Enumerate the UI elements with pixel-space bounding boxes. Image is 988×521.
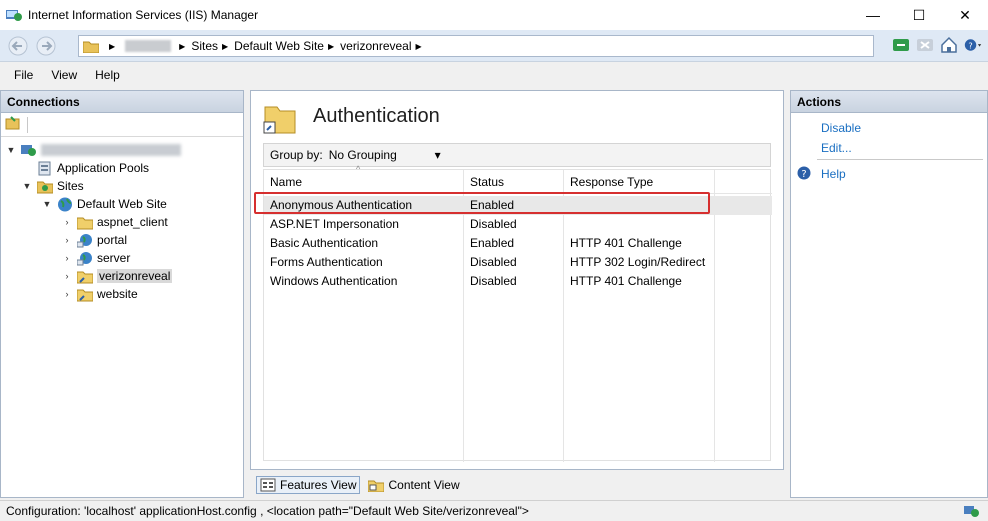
title-bar: Internet Information Services (IIS) Mana… [0, 0, 988, 30]
menu-file[interactable]: File [14, 68, 33, 82]
tree-server-node[interactable]: ▼ [5, 141, 181, 159]
iis-app-icon [6, 8, 22, 22]
application-pools-icon [37, 161, 53, 176]
group-by-label: Group by: [270, 148, 323, 162]
virtual-directory-icon [76, 287, 94, 302]
web-application-icon [76, 233, 93, 248]
actions-header: Actions [791, 91, 987, 113]
breadcrumb-arrow-icon: ▶ [222, 41, 229, 51]
highlight-annotation-box [254, 192, 710, 214]
expand-chevron-icon[interactable]: › [61, 235, 73, 245]
server-name-redacted [41, 144, 181, 156]
actions-divider [817, 159, 983, 160]
collapse-chevron-icon[interactable]: ▼ [5, 145, 17, 155]
tree-aspnet-client[interactable]: › aspnet_client [61, 213, 168, 231]
status-bar: Configuration: 'localhost' applicationHo… [0, 500, 988, 521]
maximize-button[interactable]: ☐ [896, 0, 942, 30]
expand-chevron-icon[interactable]: › [61, 289, 73, 299]
tree-default-web-site[interactable]: ▼ Default Web Site [41, 195, 167, 213]
collapse-chevron-icon[interactable]: ▼ [41, 199, 53, 209]
group-by-dropdown[interactable]: No Grouping ▾ [329, 148, 445, 162]
connections-header: Connections [1, 91, 243, 113]
breadcrumb-verizonreveal[interactable]: ▶ verizonreveal ▶ [324, 39, 428, 53]
window-title: Internet Information Services (IIS) Mana… [28, 8, 259, 22]
breadcrumb-default-web-site[interactable]: ▶ Default Web Site [218, 39, 324, 53]
table-header: Name ^ Status Response Type [264, 164, 772, 194]
close-button[interactable]: ✕ [942, 0, 988, 30]
edit-link[interactable]: Edit... [821, 141, 852, 155]
help-dropdown-icon[interactable]: ? [964, 36, 982, 54]
features-area: Authentication Group by: No Grouping ▾ N… [250, 90, 784, 498]
help-icon[interactable]: ? [797, 166, 811, 180]
connections-panel: Connections ▼ Application Pools ▼ Sites … [0, 90, 244, 498]
svg-text:?: ? [968, 40, 972, 50]
page-title: Authentication [313, 105, 440, 127]
disable-link[interactable]: Disable [821, 121, 861, 135]
folder-icon [82, 40, 100, 53]
tree-portal[interactable]: › portal [61, 231, 127, 249]
menu-view[interactable]: View [51, 68, 77, 82]
sort-caret-icon: ^ [356, 164, 361, 174]
server-icon [21, 143, 37, 158]
breadcrumb-arrow-icon: ▶ [109, 41, 116, 51]
content-view-icon [367, 478, 385, 493]
stop-icon[interactable] [916, 36, 934, 54]
table-row[interactable]: Windows Authentication Disabled HTTP 401… [264, 272, 772, 291]
server-name-redacted [125, 40, 172, 52]
help-link[interactable]: Help [821, 167, 846, 181]
tree-verizonreveal[interactable]: › verizonreveal [61, 267, 173, 285]
authentication-folder-icon [263, 103, 297, 135]
breadcrumb-arrow-icon: ▶ [415, 41, 422, 51]
breadcrumb-arrow-icon: ▶ [327, 41, 335, 51]
view-tabs: Features View Content View [256, 476, 464, 494]
expand-chevron-icon[interactable]: › [61, 253, 73, 263]
virtual-directory-icon [76, 269, 94, 284]
address-toolbar: ▶ ▶ Sites ▶ Default Web Site ▶ verizonrevea… [0, 30, 988, 62]
dropdown-arrow-icon: ▾ [434, 148, 441, 162]
table-row[interactable]: ASP.NET Impersonation Disabled [264, 215, 772, 234]
column-header-response-type[interactable]: Response Type [570, 175, 653, 189]
web-application-icon [76, 251, 93, 266]
features-view-icon [260, 478, 276, 492]
expand-chevron-icon[interactable]: › [61, 217, 73, 227]
menu-help[interactable]: Help [95, 68, 120, 82]
connections-toolbar [1, 113, 243, 137]
forward-arrow-icon[interactable] [34, 35, 58, 57]
expand-chevron-icon[interactable]: › [61, 271, 73, 281]
back-arrow-icon[interactable] [6, 35, 30, 57]
tree-website[interactable]: › website [61, 285, 138, 303]
table-row[interactable]: Basic Authentication Enabled HTTP 401 Ch… [264, 234, 772, 253]
collapse-chevron-icon[interactable]: ▼ [21, 181, 33, 191]
tree-server[interactable]: › server [61, 249, 130, 267]
column-header-status[interactable]: Status [470, 175, 504, 189]
tab-content-view[interactable]: Content View [364, 476, 463, 494]
toolbar-divider [27, 116, 28, 133]
home-icon[interactable] [940, 36, 958, 54]
authentication-feature-panel: Authentication Group by: No Grouping ▾ N… [250, 90, 784, 470]
tree-application-pools[interactable]: Application Pools [21, 159, 149, 177]
breadcrumb-arrow-icon: ▶ [179, 41, 186, 51]
globe-icon [57, 197, 73, 212]
breadcrumb-sites[interactable]: ▶ Sites [175, 39, 218, 53]
tab-features-view[interactable]: Features View [256, 476, 361, 494]
server-status-icon [964, 504, 980, 518]
folder-icon [76, 215, 94, 230]
create-connection-icon[interactable] [5, 115, 21, 134]
column-header-name[interactable]: Name [270, 175, 302, 189]
address-field[interactable]: ▶ ▶ Sites ▶ Default Web Site ▶ verizonrevea… [78, 35, 874, 57]
connect-icon[interactable] [892, 36, 910, 54]
table-row[interactable]: Forms Authentication Disabled HTTP 302 L… [264, 253, 772, 272]
sites-folder-icon [36, 179, 54, 194]
group-by-bar: Group by: No Grouping ▾ [263, 143, 771, 167]
actions-panel: Actions Disable Edit... ? Help [790, 90, 988, 498]
tree-sites[interactable]: ▼ Sites [21, 177, 84, 195]
menu-bar: File View Help [0, 62, 988, 88]
status-text: Configuration: 'localhost' applicationHo… [6, 504, 529, 518]
minimize-button[interactable]: — [850, 0, 896, 30]
svg-text:?: ? [801, 169, 806, 180]
